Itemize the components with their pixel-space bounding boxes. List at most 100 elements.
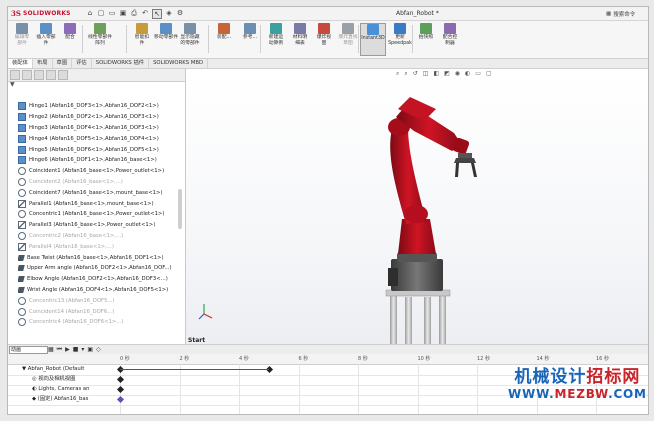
command-tab[interactable]: 评估 xyxy=(72,59,92,68)
concentric-mate-icon xyxy=(18,210,26,219)
watermark-url-a: WWW. xyxy=(508,387,555,401)
new-document-icon[interactable]: ▢ xyxy=(97,9,105,17)
toolbar-button-label: 更新 Speedpak xyxy=(388,35,412,46)
command-tab[interactable]: 布局 xyxy=(33,59,53,68)
property-manager-tab-icon[interactable] xyxy=(22,70,32,80)
study-type-select[interactable]: 动画 xyxy=(9,346,48,354)
playback-speed-icon[interactable]: ▾ xyxy=(81,346,84,354)
tree-item[interactable]: Parallel4 (Abfan16_base<1>,...) xyxy=(18,241,183,252)
tree-item[interactable]: Coincident1 (Abfan16_base<1>,Power_outle… xyxy=(18,166,183,177)
command-tab[interactable]: SOLIDWORKS 插件 xyxy=(92,59,150,68)
tree-item[interactable]: Concentric2 (Abfan16_base<1>,...) xyxy=(18,231,183,242)
toolbar-button-snapshot[interactable]: 拍快照 xyxy=(414,23,438,41)
coincident-mate-icon xyxy=(18,188,26,197)
rewind-icon[interactable]: ⏮ xyxy=(57,346,62,354)
tree-item[interactable]: Concentric4 (Abfan16_DOF6<1>...) xyxy=(18,317,183,328)
tree-item[interactable]: Hinge5 (Abfan16_DOF6<1>,Abfan16_DOF5<1>) xyxy=(18,144,183,155)
watermark-text-a: 机械设计 xyxy=(514,367,587,387)
toolbar-button-new-motion-study[interactable]: 新建运 动算例 xyxy=(264,23,288,47)
command-tab[interactable]: 装配体 xyxy=(8,59,33,68)
stop-icon[interactable]: ■ xyxy=(73,346,79,354)
search-commands[interactable]: ▦ 搜索命令 xyxy=(606,10,635,18)
tree-item[interactable]: Concentric1 (Abfan16_base<1>,Power_outle… xyxy=(18,209,183,220)
save-icon[interactable]: ▣ xyxy=(119,9,127,17)
tree-item[interactable]: Coincident14 (Abfan16_DOF6...) xyxy=(18,306,183,317)
tree-item-label: Base Twist (Abfan16_base<1>,Abfan16_DOF1… xyxy=(27,254,164,261)
open-folder-icon[interactable]: ▭ xyxy=(108,9,116,17)
tree-item[interactable]: Hinge2 (Abfan16_DOF2<1>,Abfan16_DOF3<1>) xyxy=(18,112,183,123)
options-gear-icon[interactable]: ⚙ xyxy=(176,9,184,17)
timeline-tick-label: 10 秒 xyxy=(417,356,431,362)
toolbar-button-label: 拍快照 xyxy=(418,35,434,40)
print-icon[interactable]: ⎙ xyxy=(130,9,138,17)
tree-item[interactable]: Base Twist (Abfan16_base<1>,Abfan16_DOF1… xyxy=(18,252,183,263)
toolbar-button-explode-line[interactable]: 爆炸直线 草图 xyxy=(336,23,360,47)
toolbar-button-exploded-view[interactable]: 爆炸视 图 xyxy=(312,23,336,47)
toolbar-button-smart-fastener[interactable]: 智能扣 件 xyxy=(130,23,154,47)
toolbar-button-mate-controller[interactable]: 配合控 制器 xyxy=(438,23,462,47)
display-manager-tab-icon[interactable] xyxy=(58,70,68,80)
home-icon[interactable]: ⌂ xyxy=(86,9,94,17)
tree-item-label: Hinge3 (Abfan16_DOF4<1>,Abfan16_DOF3<1>) xyxy=(29,124,159,131)
dimxpert-tab-icon[interactable] xyxy=(46,70,56,80)
configuration-manager-tab-icon[interactable] xyxy=(34,70,44,80)
quick-access-toolbar: ⌂ ▢ ▭ ▣ ⎙ ↶ ↖ ◈ ⚙ xyxy=(86,9,184,19)
play-icon[interactable]: ▶ xyxy=(65,346,70,354)
toolbar-button-pattern[interactable]: 线性零部件阵列 xyxy=(88,23,112,47)
toolbar-button-show-hidden[interactable]: 显示隐藏 的零部件 xyxy=(178,23,202,47)
toolbar-button-move-component[interactable]: 移动零部件 xyxy=(154,23,178,41)
toolbar-button-insert-component[interactable]: 插入零部 件 xyxy=(34,23,58,47)
tree-item[interactable]: Parallel1 (Abfan16_base<1>,mount_base<1>… xyxy=(18,198,183,209)
tree-item[interactable]: Hinge1 (Abfan16_DOF3<1>,Abfan16_DOF2<1>) xyxy=(18,101,183,112)
robot-base xyxy=(391,259,443,291)
filter-icon[interactable]: ▼ xyxy=(10,81,15,88)
tree-item[interactable]: Parallel3 (Abfan16_base<1>,Power_outlet<… xyxy=(18,220,183,231)
animation-wizard-icon[interactable]: ◇ xyxy=(96,346,101,354)
tree-item-label: Upper Arm angle (Abfan16_DOF2<1>,Abfan16… xyxy=(27,265,172,272)
toolbar-button-assembly-feature[interactable]: 装配... xyxy=(212,23,236,41)
timeline-tick-label: 6 秒 xyxy=(298,356,309,362)
concentric-mate-icon xyxy=(18,318,26,327)
timeline-row-label: 视向及相机视图 xyxy=(38,376,76,382)
instant3d-icon xyxy=(367,24,379,35)
tree-item[interactable]: Concentric13 (Abfan16_DOF5...) xyxy=(18,295,183,306)
rebuild-icon[interactable]: ◈ xyxy=(165,9,173,17)
toolbar-button-label: 配合 xyxy=(65,35,75,40)
tree-scrollbar[interactable] xyxy=(178,189,182,229)
robot-model[interactable] xyxy=(186,69,648,344)
exploded-view-icon xyxy=(318,23,330,34)
graphics-viewport[interactable]: ⌕ ⌕ ↺ ◫ ◧ ◩ ◉ ◐ ▭ ▢ Start xyxy=(186,69,648,344)
save-animation-icon[interactable]: ▣ xyxy=(87,346,93,354)
hinge-mate-icon xyxy=(18,113,26,122)
gripper-finger-right xyxy=(471,163,477,177)
toolbar-button-mate[interactable]: 配合 xyxy=(58,23,82,41)
toolbar-button-instant3d[interactable]: Instant3D xyxy=(360,23,386,56)
tree-item[interactable]: Coincident2 (Abfan16_base<1>,...) xyxy=(18,177,183,188)
timeline-tick-label: 4 秒 xyxy=(239,356,249,362)
toolbar-button-speedpak[interactable]: 更新 Speedpak xyxy=(388,23,412,47)
toolbar-separator xyxy=(358,25,359,53)
insert-component-icon xyxy=(40,23,52,34)
command-tab[interactable]: SOLIDWORKS MBD xyxy=(149,59,209,68)
toolbar-button-reference-geometry[interactable]: 参考... xyxy=(238,23,262,41)
tree-item[interactable]: Elbow Angle (Abfan16_DOF2<1>,Abfan16_DOF… xyxy=(18,274,183,285)
timeline-ruler[interactable]: 0 秒 2 秒 4 秒 6 秒 8 秒 10 秒 12 秒 14 秒 16 秒 xyxy=(8,354,648,365)
toolbar-button-bom[interactable]: 材料明 细表 xyxy=(288,23,312,47)
tree-item[interactable]: Hinge4 (Abfan16_DOF5<1>,Abfan16_DOF4<1>) xyxy=(18,133,183,144)
toolbar-button-edit-component[interactable]: 编辑零 部件 xyxy=(10,23,34,47)
tree-item[interactable]: Upper Arm angle (Abfan16_DOF2<1>,Abfan16… xyxy=(18,263,183,274)
tree-item[interactable]: Hinge6 (Abfan16_DOF1<1>,Abfan16_base<1>) xyxy=(18,155,183,166)
tree-item[interactable]: Hinge3 (Abfan16_DOF4<1>,Abfan16_DOF3<1>) xyxy=(18,123,183,134)
select-pointer-icon[interactable]: ↖ xyxy=(152,9,162,19)
app-logo[interactable]: 3S SOLIDWORKS xyxy=(11,9,71,18)
feature-manager-tab-icon[interactable] xyxy=(10,70,20,80)
parallel-mate-icon xyxy=(18,221,26,230)
calculate-icon[interactable]: ▦ xyxy=(48,346,54,354)
tree-item[interactable]: Wrist Angle (Abfan16_DOF4<1>,Abfan16_DOF… xyxy=(18,285,183,296)
tree-item[interactable]: Coincident7 (Abfan16_base<1>,mount_base<… xyxy=(18,187,183,198)
angle-mate-icon xyxy=(18,254,25,261)
command-manager-tabs: 装配体 布局 草图 评估 SOLIDWORKS 插件 SOLIDWORKS MBD xyxy=(8,59,648,69)
command-tab[interactable]: 草图 xyxy=(53,59,73,68)
concentric-mate-icon xyxy=(18,296,26,305)
undo-icon[interactable]: ↶ xyxy=(141,9,149,17)
